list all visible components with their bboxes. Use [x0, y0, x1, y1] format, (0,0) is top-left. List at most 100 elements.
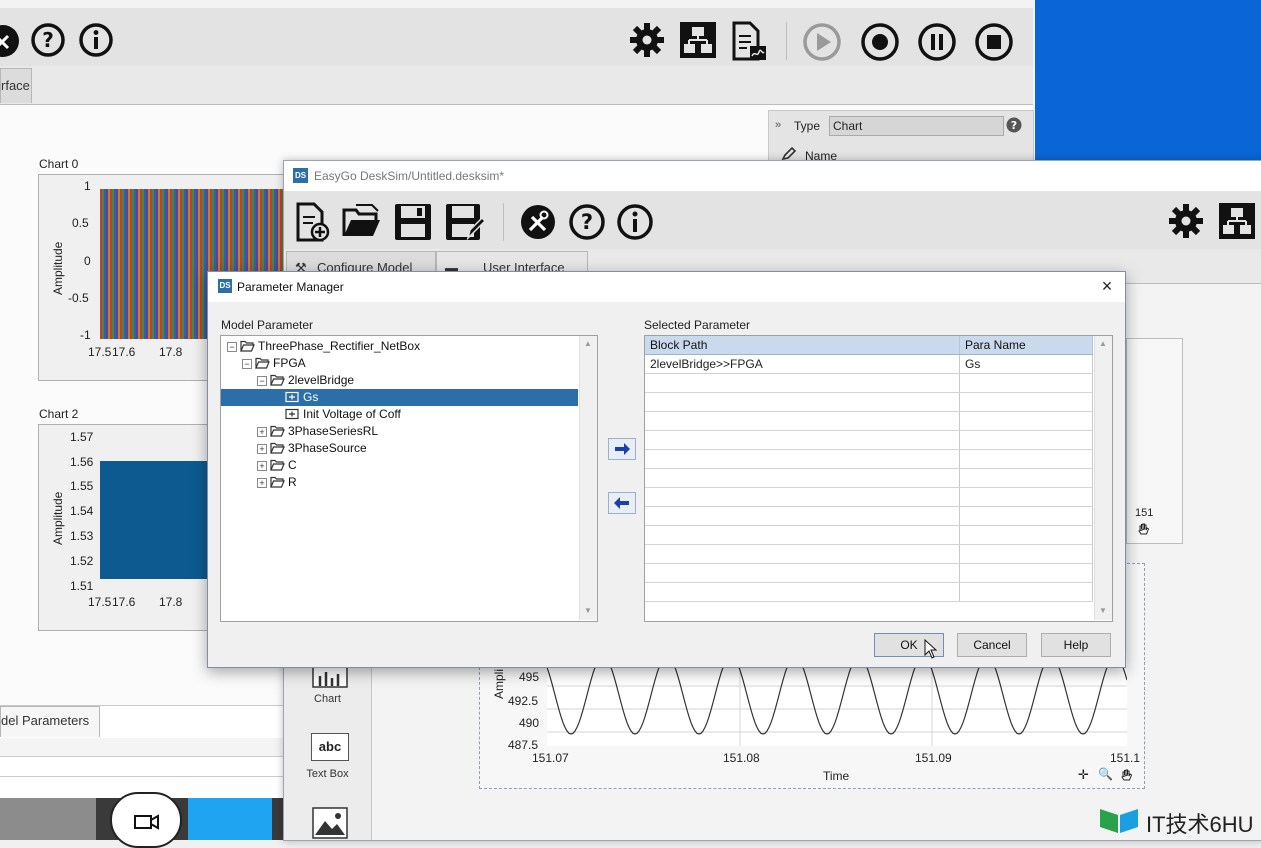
camera-button[interactable]: [110, 792, 182, 848]
scroll-down-icon[interactable]: ▼: [1099, 606, 1107, 615]
remove-parameter-button[interactable]: [608, 492, 636, 514]
tree-item[interactable]: − FPGA: [221, 355, 578, 372]
tree-item[interactable]: + C: [221, 457, 578, 474]
image-component-icon[interactable]: [312, 807, 348, 839]
chart2-ytick-4: 1.53: [70, 529, 94, 543]
chart2-xtick-0: 17.5: [88, 595, 112, 609]
new-file-icon[interactable]: [294, 202, 330, 242]
table-row[interactable]: [645, 525, 1093, 545]
table-row[interactable]: [645, 411, 1093, 431]
expand-toggle-icon[interactable]: +: [257, 478, 267, 488]
expand-toggle-icon[interactable]: +: [257, 444, 267, 454]
gear-icon[interactable]: [627, 20, 667, 60]
export-icon[interactable]: [728, 20, 768, 62]
table-row[interactable]: [645, 582, 1093, 602]
watermark-logo-icon: [1100, 809, 1138, 833]
tools-icon[interactable]: [519, 203, 557, 241]
table-row[interactable]: [645, 449, 1093, 469]
svg-text:?: ?: [42, 28, 54, 52]
run-icon[interactable]: [802, 22, 842, 62]
time-chart-xlabel: Time: [823, 769, 850, 783]
collapse-icon[interactable]: »: [775, 119, 781, 131]
tools-icon[interactable]: [0, 24, 20, 58]
col-para-name[interactable]: Para Name: [959, 336, 1093, 355]
collapse-toggle-icon[interactable]: −: [242, 359, 252, 369]
table-row[interactable]: 2levelBridge>>FPGA Gs: [645, 354, 1093, 374]
cell-block-path: [645, 506, 960, 526]
info-icon[interactable]: [616, 203, 654, 241]
cell-block-path: [645, 430, 960, 450]
tab-model-parameters[interactable]: del Parameters: [0, 706, 101, 737]
type-field[interactable]: Chart: [829, 116, 1004, 136]
folder-icon: [270, 442, 285, 454]
collapse-toggle-icon[interactable]: −: [227, 342, 237, 352]
record-icon[interactable]: [860, 22, 900, 62]
zoom-cursor-icon[interactable]: ✛: [1078, 767, 1089, 783]
table-row[interactable]: [645, 544, 1093, 564]
cell-block-path: [645, 525, 960, 545]
model-parameter-tree[interactable]: − ThreePhase_Rectifier_NetBox − FPGA −2level…: [220, 335, 598, 622]
tab-user-interface[interactable]: rface: [0, 68, 32, 103]
chart0-ytick-4: -1: [80, 328, 91, 342]
pan-hand-icon[interactable]: [1120, 768, 1134, 782]
tree-item[interactable]: − 2levelBridge: [221, 372, 578, 389]
gear-icon[interactable]: [1166, 201, 1206, 241]
info-icon[interactable]: [78, 22, 114, 58]
save-icon[interactable]: [393, 202, 433, 242]
cell-para-name: [959, 449, 1093, 469]
tree-scrollbar[interactable]: ▲ ▼: [579, 336, 597, 620]
table-row[interactable]: [645, 506, 1093, 526]
chart2-ytick-1: 1.56: [70, 455, 94, 469]
collapse-toggle-icon[interactable]: −: [257, 376, 267, 386]
time-chart-xtick-2: 151.09: [915, 751, 952, 765]
table-scrollbar[interactable]: ▲ ▼: [1094, 336, 1112, 620]
cell-para-name: [959, 411, 1093, 431]
tree-item[interactable]: +3PhaseSeriesRL: [221, 423, 578, 440]
chart-component-icon[interactable]: [312, 666, 348, 688]
save-as-icon[interactable]: [444, 202, 486, 242]
scroll-up-icon[interactable]: ▲: [1099, 339, 1107, 348]
table-row[interactable]: [645, 430, 1093, 450]
textbox-component-icon[interactable]: abc: [311, 733, 349, 761]
table-row[interactable]: [645, 563, 1093, 583]
tree-container: − ThreePhase_Rectifier_NetBox − FPGA −2level…: [221, 338, 578, 618]
help-button[interactable]: Help: [1041, 633, 1111, 657]
toolbar-separator: [786, 22, 787, 60]
tree-item[interactable]: − ThreePhase_Rectifier_NetBox: [221, 338, 578, 355]
network-icon[interactable]: [1217, 201, 1257, 241]
expand-toggle-icon[interactable]: +: [257, 461, 267, 471]
tree-item[interactable]: Gs: [221, 389, 578, 406]
table-row[interactable]: [645, 392, 1093, 412]
tree-item[interactable]: Init Voltage of Coff: [221, 406, 578, 423]
help-icon[interactable]: ?: [568, 203, 606, 241]
add-parameter-button[interactable]: [608, 438, 636, 460]
stop-icon[interactable]: [974, 22, 1014, 62]
zoom-tool-icon[interactable]: 🔍: [1098, 767, 1113, 781]
table-row[interactable]: [645, 373, 1093, 393]
pan-hand-icon[interactable]: [1137, 522, 1151, 536]
chart0-xtick-0: 17.5: [88, 345, 112, 359]
expand-toggle-icon[interactable]: +: [257, 427, 267, 437]
network-icon[interactable]: [678, 20, 718, 60]
table-row[interactable]: [645, 468, 1093, 488]
desksim-toolbar: ?: [284, 191, 1261, 249]
cell-para-name: [959, 487, 1093, 507]
scroll-up-icon[interactable]: ▲: [584, 339, 592, 348]
chart2-ytick-3: 1.54: [70, 504, 94, 518]
tree-item-label: R: [288, 475, 297, 489]
close-icon[interactable]: ×: [1096, 275, 1118, 297]
scroll-down-icon[interactable]: ▼: [584, 606, 592, 615]
cell-para-name: [959, 525, 1093, 545]
tree-item[interactable]: +3PhaseSource: [221, 440, 578, 457]
open-folder-icon[interactable]: [342, 202, 382, 242]
pause-icon[interactable]: [917, 22, 957, 62]
selected-parameter-table[interactable]: Block Path Para Name 2levelBridge>>FPGA G…: [644, 335, 1113, 622]
table-row[interactable]: [645, 487, 1093, 507]
cancel-button[interactable]: Cancel: [957, 633, 1027, 657]
help-icon[interactable]: ?: [30, 22, 66, 58]
folder-icon: [270, 374, 285, 386]
tree-item[interactable]: + R: [221, 474, 578, 491]
col-block-path[interactable]: Block Path: [645, 336, 960, 355]
arrow-left-icon: [614, 497, 629, 509]
type-help-icon[interactable]: ?: [1006, 117, 1022, 133]
